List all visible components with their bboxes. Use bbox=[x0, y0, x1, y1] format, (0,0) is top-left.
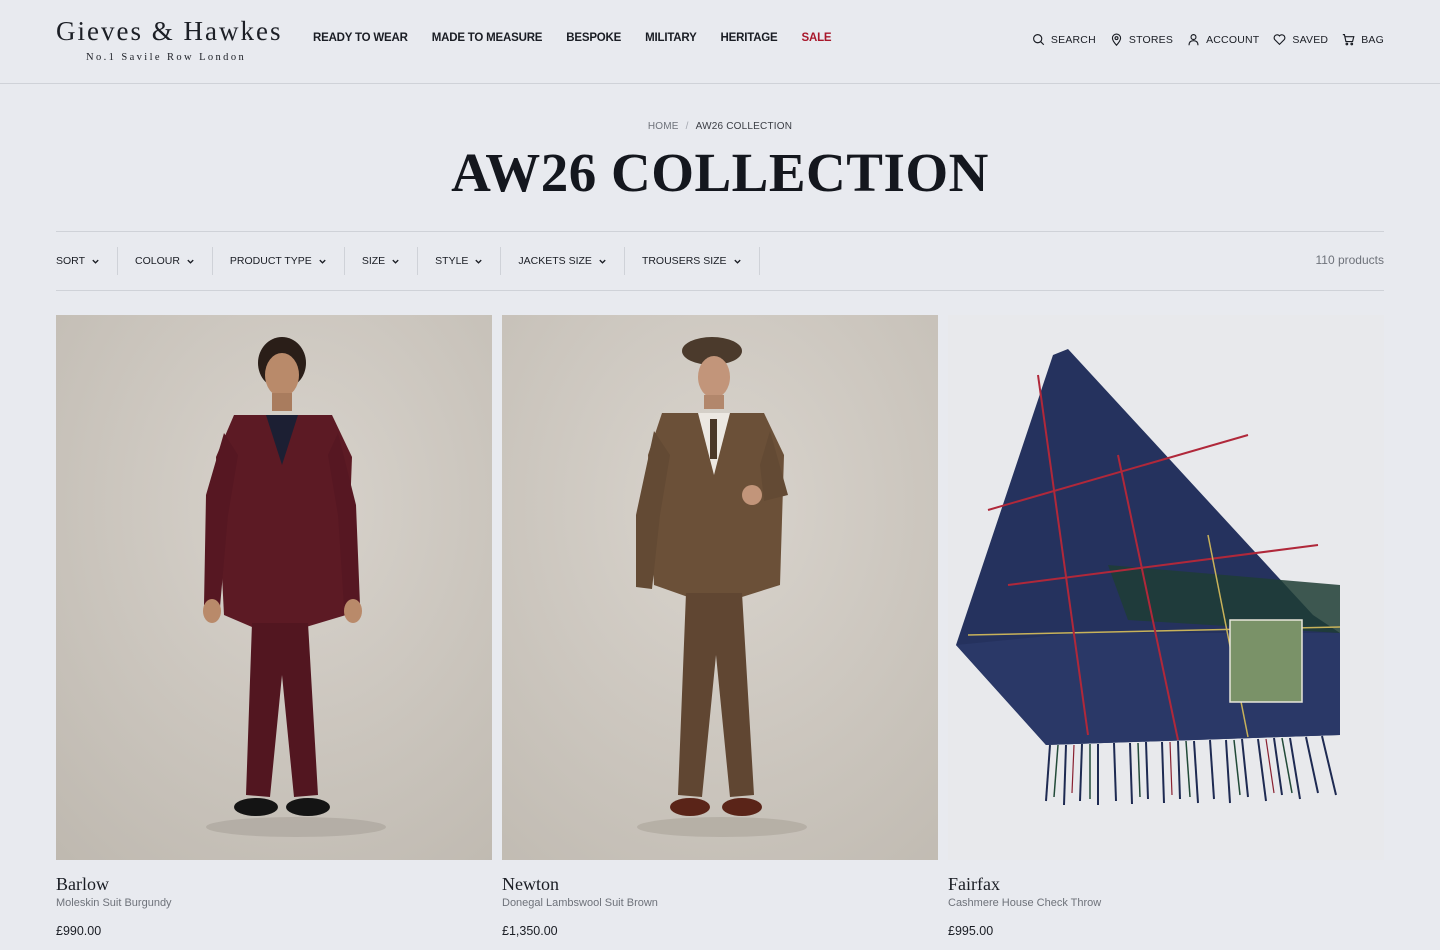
filter-sort[interactable]: SORT bbox=[56, 247, 118, 275]
nav-item-heritage[interactable]: HERITAGE bbox=[721, 32, 778, 44]
product-count: 110 products bbox=[1315, 253, 1385, 267]
filter-label: PRODUCT TYPE bbox=[229, 255, 312, 267]
filter-jackets-size[interactable]: JACKETS SIZE bbox=[501, 247, 625, 275]
product-description: Donegal Lambswool Suit Brown bbox=[502, 897, 658, 909]
filter-bar: SORT COLOUR PRODUCT TYPE SIZE STYLE JACK… bbox=[56, 231, 1384, 291]
product-description: Moleskin Suit Burgundy bbox=[56, 897, 172, 909]
filter-colour[interactable]: COLOUR bbox=[118, 247, 213, 275]
nav-item-military[interactable]: MILITARY bbox=[645, 32, 697, 44]
account-button[interactable]: ACCOUNT bbox=[1187, 33, 1259, 46]
product-description: Cashmere House Check Throw bbox=[948, 897, 1102, 909]
product-card[interactable]: Barlow Moleskin Suit Burgundy £990.00 bbox=[56, 315, 492, 938]
bag-button[interactable]: BAG bbox=[1342, 33, 1384, 46]
breadcrumb-separator: / bbox=[685, 121, 689, 132]
product-image[interactable] bbox=[502, 315, 938, 860]
nav-item-sale[interactable]: SALE bbox=[802, 32, 832, 44]
chevron-down-icon bbox=[475, 259, 483, 264]
chevron-down-icon bbox=[92, 259, 99, 264]
product-card[interactable]: Newton Donegal Lambswool Suit Brown £1,3… bbox=[502, 315, 938, 938]
chevron-down-icon bbox=[392, 259, 399, 264]
product-image[interactable] bbox=[56, 315, 492, 860]
filter-label: SIZE bbox=[361, 255, 386, 267]
chevron-down-icon bbox=[187, 259, 194, 264]
product-name[interactable]: Newton bbox=[502, 873, 938, 895]
filter-size[interactable]: SIZE bbox=[345, 247, 419, 275]
search-icon bbox=[1032, 34, 1045, 46]
bag-label: BAG bbox=[1361, 33, 1384, 46]
product-price: £995.00 bbox=[948, 924, 994, 938]
chevron-down-icon bbox=[319, 259, 326, 264]
chevron-down-icon bbox=[733, 259, 741, 264]
stores-button[interactable]: STORES bbox=[1110, 33, 1173, 46]
utility-nav: SEARCH STORES ACCOUNT SAVED BAG bbox=[1032, 33, 1384, 46]
search-label: SEARCH bbox=[1050, 33, 1096, 46]
nav-item-ready-to-wear[interactable]: READY TO WEAR bbox=[313, 32, 408, 44]
page-title: AW26 COLLECTION bbox=[451, 142, 989, 203]
chevron-down-icon bbox=[599, 259, 606, 264]
breadcrumb-home[interactable]: HOME bbox=[648, 121, 679, 132]
saved-label: SAVED bbox=[1292, 33, 1329, 46]
filter-label: STYLE bbox=[435, 255, 469, 267]
breadcrumb: HOME / AW26 COLLECTION bbox=[0, 121, 1440, 132]
brand-tagline: No.1 Savile Row London bbox=[86, 52, 247, 63]
site-header: Gieves & Hawkes No.1 Savile Row London R… bbox=[0, 0, 1440, 84]
product-card[interactable]: Fairfax Cashmere House Check Throw £995.… bbox=[948, 315, 1384, 938]
product-price: £990.00 bbox=[56, 924, 102, 938]
location-pin-icon bbox=[1111, 33, 1122, 46]
stores-label: STORES bbox=[1128, 33, 1174, 46]
filter-label: JACKETS SIZE bbox=[518, 255, 592, 267]
filter-label: SORT bbox=[56, 255, 85, 267]
filter-label: TROUSERS SIZE bbox=[641, 255, 727, 267]
nav-item-made-to-measure[interactable]: MADE TO MEASURE bbox=[432, 32, 543, 44]
search-button[interactable]: SEARCH bbox=[1032, 33, 1096, 46]
product-image[interactable] bbox=[948, 315, 1384, 860]
filter-style[interactable]: STYLE bbox=[418, 247, 502, 275]
user-icon bbox=[1188, 34, 1199, 46]
breadcrumb-current: AW26 COLLECTION bbox=[695, 121, 793, 132]
product-grid: Barlow Moleskin Suit Burgundy £990.00 Ne… bbox=[56, 315, 1384, 938]
heart-icon bbox=[1274, 34, 1286, 46]
filter-product-type[interactable]: PRODUCT TYPE bbox=[213, 247, 345, 275]
cart-icon bbox=[1343, 34, 1355, 46]
account-label: ACCOUNT bbox=[1206, 33, 1260, 46]
nav-item-bespoke[interactable]: BESPOKE bbox=[566, 32, 621, 44]
saved-button[interactable]: SAVED bbox=[1273, 33, 1328, 46]
product-price: £1,350.00 bbox=[502, 924, 558, 938]
filter-label: COLOUR bbox=[134, 255, 180, 267]
product-name[interactable]: Fairfax bbox=[948, 873, 1384, 895]
main-nav: READY TO WEAR MADE TO MEASURE BESPOKE MI… bbox=[313, 32, 832, 44]
product-name[interactable]: Barlow bbox=[56, 873, 492, 895]
brand-logo[interactable]: Gieves & Hawkes No.1 Savile Row London bbox=[56, 14, 286, 63]
filter-trousers-size[interactable]: TROUSERS SIZE bbox=[625, 247, 760, 275]
brand-name: Gieves & Hawkes bbox=[56, 16, 283, 46]
